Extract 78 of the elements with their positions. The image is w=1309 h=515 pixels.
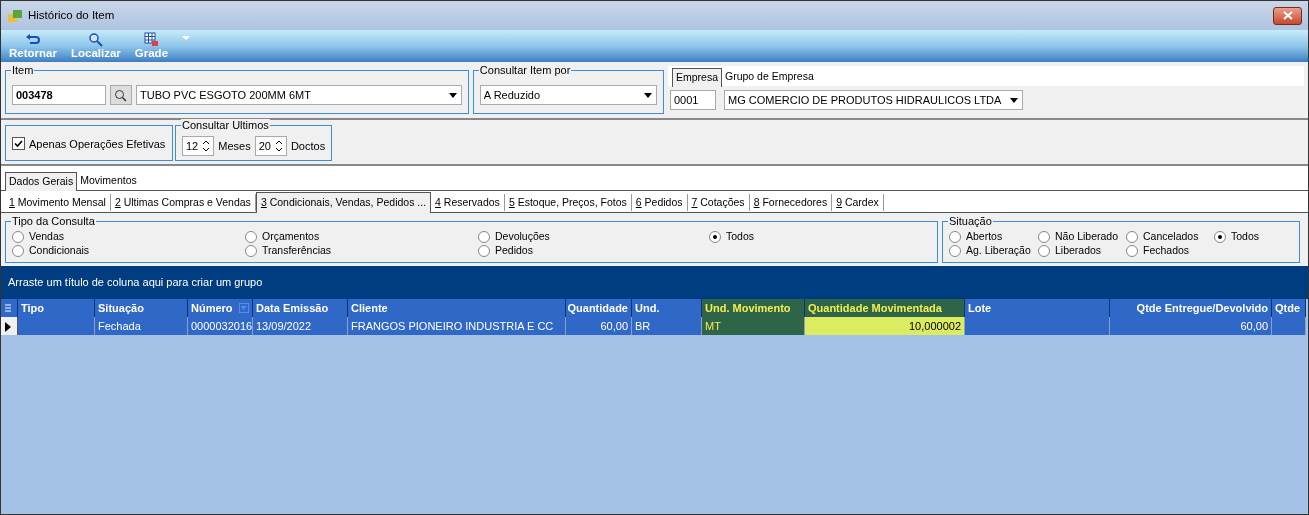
column-header[interactable]: Und. bbox=[632, 299, 702, 318]
close-icon bbox=[1282, 11, 1293, 20]
column-header[interactable]: Qtde Entregue/Devolvido bbox=[1110, 299, 1272, 318]
tab[interactable]: Grupo de Empresa bbox=[722, 68, 817, 86]
return-icon bbox=[25, 32, 41, 47]
radio-option[interactable]: Vendas bbox=[12, 230, 245, 245]
checkbox-check-icon[interactable] bbox=[12, 137, 25, 151]
tab[interactable]: Movimentos bbox=[77, 171, 140, 190]
spinner-arrows-icon[interactable] bbox=[202, 139, 211, 152]
query-by-dropdown[interactable]: A Reduzido bbox=[479, 85, 657, 105]
radio-option[interactable]: Liberados bbox=[1038, 244, 1126, 259]
tab[interactable]: 4 Reservados bbox=[431, 193, 505, 212]
table-cell: FRANGOS PIONEIRO INDUSTRIA E CC bbox=[348, 317, 566, 336]
table-cell: 60,00 bbox=[566, 317, 632, 336]
radio-option[interactable]: Não Liberado bbox=[1038, 230, 1126, 245]
column-header[interactable]: Quantidade bbox=[566, 299, 632, 318]
radio-option[interactable]: Todos bbox=[1214, 230, 1293, 245]
table-cell: Fechada bbox=[95, 317, 188, 336]
group-label: Item bbox=[11, 64, 35, 76]
grid-icon bbox=[143, 32, 159, 47]
radio-option[interactable]: Orçamentos bbox=[245, 230, 478, 245]
field-label: Meses bbox=[218, 138, 251, 154]
tab[interactable]: 1 Movimento Mensal bbox=[5, 193, 111, 212]
column-header[interactable]: Und. Movimento bbox=[702, 299, 805, 318]
table-cell: MT bbox=[702, 317, 805, 336]
table-cell: 10,000002 bbox=[805, 317, 965, 336]
company-dropdown[interactable]: MG COMERCIO DE PRODUTOS HIDRAULICOS LTDA bbox=[724, 89, 1024, 110]
window-title: Histórico do Item bbox=[28, 7, 115, 23]
close-button[interactable] bbox=[1273, 6, 1302, 25]
spinner-arrows-icon[interactable] bbox=[274, 139, 283, 152]
table-cell bbox=[1272, 317, 1306, 336]
app-icon bbox=[7, 7, 23, 24]
radio-option[interactable]: Condicionais bbox=[12, 244, 245, 259]
tab[interactable]: Empresa bbox=[672, 68, 722, 87]
tab[interactable]: 2 Ultimas Compras e Vendas bbox=[110, 193, 256, 212]
table-cell: 13/09/2022 bbox=[253, 317, 348, 336]
tab[interactable]: 5 Estoque, Preços, Fotos bbox=[504, 193, 632, 212]
tab[interactable]: 9 Cardex bbox=[832, 193, 884, 212]
column-header[interactable]: Data Emissão bbox=[253, 299, 348, 318]
search-icon bbox=[88, 32, 104, 47]
group-by-panel: Arraste um título de coluna aqui para criar um grupo bbox=[1, 266, 1308, 300]
tab[interactable]: 3 Condicionais, Vendas, Pedidos ... bbox=[255, 191, 432, 214]
group-label: Consultar Item por bbox=[478, 64, 572, 76]
spin-field[interactable]: 20 bbox=[254, 135, 287, 156]
radio-option[interactable]: Todos bbox=[709, 230, 931, 245]
tab[interactable]: 8 Fornecedores bbox=[749, 193, 833, 212]
column-chooser-icon[interactable] bbox=[4, 303, 12, 314]
spin-field[interactable]: 12 bbox=[182, 135, 215, 156]
radio-option[interactable]: Abertos bbox=[949, 230, 1038, 245]
column-header[interactable]: Lote bbox=[965, 299, 1110, 318]
radio-option[interactable]: Fechados bbox=[1126, 244, 1214, 259]
table-cell: 60,00 bbox=[1110, 317, 1272, 336]
group-label: Situação bbox=[948, 215, 993, 228]
radio-option[interactable]: Ag. Liberação bbox=[949, 244, 1038, 259]
company-code-field[interactable]: 0001 bbox=[670, 89, 716, 110]
column-header[interactable]: Qtde bbox=[1272, 299, 1306, 318]
dropdown-arrow-icon bbox=[643, 90, 653, 100]
radio-option[interactable]: Transferências bbox=[245, 244, 478, 259]
item-code-field[interactable]: 003478 bbox=[12, 85, 106, 105]
column-header[interactable]: Situação bbox=[95, 299, 188, 318]
radio-option[interactable]: Cancelados bbox=[1126, 230, 1214, 245]
column-header[interactable]: Tipo bbox=[18, 299, 95, 318]
table-cell: 0000032016 bbox=[188, 317, 253, 336]
tab[interactable]: Dados Gerais bbox=[5, 171, 78, 191]
tab[interactable]: 7 Cotações bbox=[687, 193, 750, 212]
tab[interactable]: 6 Pedidos bbox=[631, 193, 688, 212]
dropdown-arrow-icon bbox=[447, 90, 458, 100]
search-icon bbox=[114, 88, 127, 102]
item-dropdown[interactable]: TUBO PVC ESGOTO 200MM 6MT bbox=[136, 85, 462, 105]
group-label: Tipo da Consulta bbox=[11, 215, 96, 228]
search-button[interactable] bbox=[110, 85, 132, 105]
table-cell: BR bbox=[632, 317, 702, 336]
field-label: Doctos bbox=[290, 138, 326, 154]
column-header[interactable]: Quantidade Movimentada bbox=[805, 299, 965, 318]
column-header[interactable]: Número bbox=[188, 299, 253, 318]
column-header[interactable]: Cliente bbox=[348, 299, 566, 318]
radio-option[interactable]: Devoluções bbox=[478, 230, 709, 245]
radio-option[interactable]: Pedidos bbox=[478, 244, 709, 259]
